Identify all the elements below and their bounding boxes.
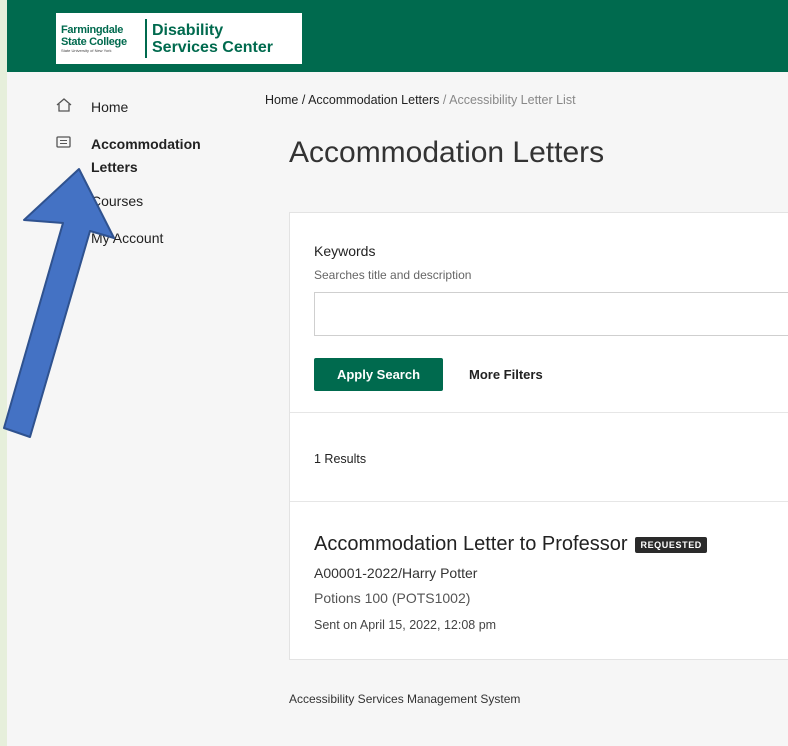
sidebar-item-label: Accommodation Letters	[91, 136, 201, 175]
footer-text: Accessibility Services Management System	[289, 692, 521, 706]
more-filters-button[interactable]: More Filters	[457, 358, 555, 391]
sidebar-item-home[interactable]: Home	[55, 96, 128, 119]
breadcrumb: Home / Accommodation Letters / Accessibi…	[265, 93, 576, 107]
center-wordmark: Disability Services Center	[147, 22, 273, 56]
sidebar-item-courses[interactable]: Courses	[55, 190, 143, 213]
breadcrumb-current: Accessibility Letter List	[449, 93, 576, 107]
keywords-label: Keywords	[314, 243, 376, 259]
logo-college-line1: Farmingdale	[61, 23, 124, 36]
breadcrumb-separator: /	[439, 93, 450, 107]
breadcrumb-home[interactable]: Home	[265, 93, 298, 107]
keywords-help-text: Searches title and description	[314, 268, 472, 282]
home-icon	[55, 96, 75, 114]
letter-icon	[55, 133, 75, 151]
college-wordmark: Farmingdale State College State Universi…	[61, 19, 147, 58]
breadcrumb-separator: /	[298, 93, 309, 107]
top-bar: Farmingdale State College State Universi…	[7, 0, 788, 72]
letter-title-link[interactable]: Accommodation Letter to Professor	[314, 533, 627, 556]
logo-suny-line: State University of New York	[61, 47, 112, 53]
letter-reference: A00001-2022/Harry Potter	[314, 565, 478, 581]
sidebar-item-my-account[interactable]: My Account	[55, 227, 163, 250]
college-logo[interactable]: Farmingdale State College State Universi…	[56, 13, 302, 64]
sidebar-item-accommodation-letters[interactable]: Accommodation Letters	[55, 133, 221, 179]
keywords-input[interactable]	[314, 292, 788, 336]
divider	[290, 501, 788, 502]
letters-card: Keywords Searches title and description …	[289, 212, 788, 660]
page-title: Accommodation Letters	[289, 136, 605, 169]
letter-course: Potions 100 (POTS1002)	[314, 590, 471, 606]
sidebar-item-label: My Account	[91, 230, 164, 246]
sidebar-item-label: Courses	[91, 193, 144, 209]
letter-sent-date: Sent on April 15, 2022, 12:08 pm	[314, 618, 497, 632]
sidebar-item-label: Home	[91, 99, 129, 115]
logo-college-line2: State College	[61, 35, 127, 48]
logo-center-line2: Services Center	[152, 38, 273, 56]
letter-title: Accommodation Letter to Professor REQUES…	[314, 533, 707, 556]
sidebar: Home Accommodation Letters Courses My Ac…	[7, 72, 267, 746]
results-count: 1 Results	[314, 452, 367, 466]
breadcrumb-accommodation-letters[interactable]: Accommodation Letters	[308, 93, 439, 107]
app-frame: Farmingdale State College State Universi…	[7, 0, 788, 746]
apply-search-button[interactable]: Apply Search	[314, 358, 443, 391]
status-badge: REQUESTED	[635, 536, 707, 553]
divider	[290, 412, 788, 413]
logo-center-line1: Disability	[152, 21, 224, 39]
